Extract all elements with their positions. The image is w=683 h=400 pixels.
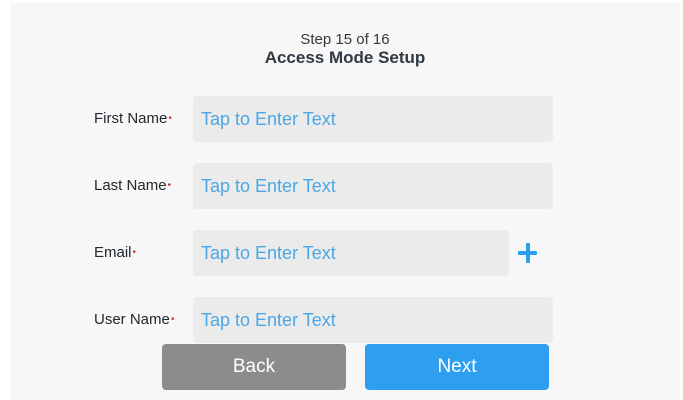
user-name-row: User Name• <box>10 297 680 343</box>
required-marker: • <box>168 113 172 124</box>
email-label: Email• <box>94 230 136 276</box>
last-name-label-text: Last Name <box>94 177 167 194</box>
first-name-input[interactable] <box>193 96 553 142</box>
required-marker: • <box>132 247 137 258</box>
last-name-label: Last Name• <box>94 163 171 209</box>
last-name-input[interactable] <box>193 163 553 209</box>
required-marker: • <box>170 314 175 325</box>
back-button[interactable]: Back <box>162 344 346 390</box>
email-input[interactable] <box>193 230 509 276</box>
page-title: Access Mode Setup <box>264 48 426 67</box>
add-email-plus-icon[interactable] <box>512 238 542 268</box>
user-name-label: User Name• <box>94 297 174 343</box>
last-name-row: Last Name• <box>10 163 680 209</box>
required-marker: • <box>167 180 172 191</box>
first-name-row: First Name• <box>10 96 680 142</box>
page-header: Step 15 of 16 Access Mode Setup <box>10 31 680 68</box>
step-indicator: Step 15 of 16 <box>300 31 390 48</box>
user-name-label-text: User Name <box>94 311 170 328</box>
next-button[interactable]: Next <box>365 344 549 390</box>
first-name-label: First Name• <box>94 96 172 142</box>
first-name-label-text: First Name <box>94 110 168 127</box>
user-name-input[interactable] <box>193 297 553 343</box>
email-label-text: Email <box>94 244 132 261</box>
email-row: Email• <box>10 230 680 276</box>
setup-screen: Step 15 of 16 Access Mode Setup First Na… <box>10 3 680 400</box>
